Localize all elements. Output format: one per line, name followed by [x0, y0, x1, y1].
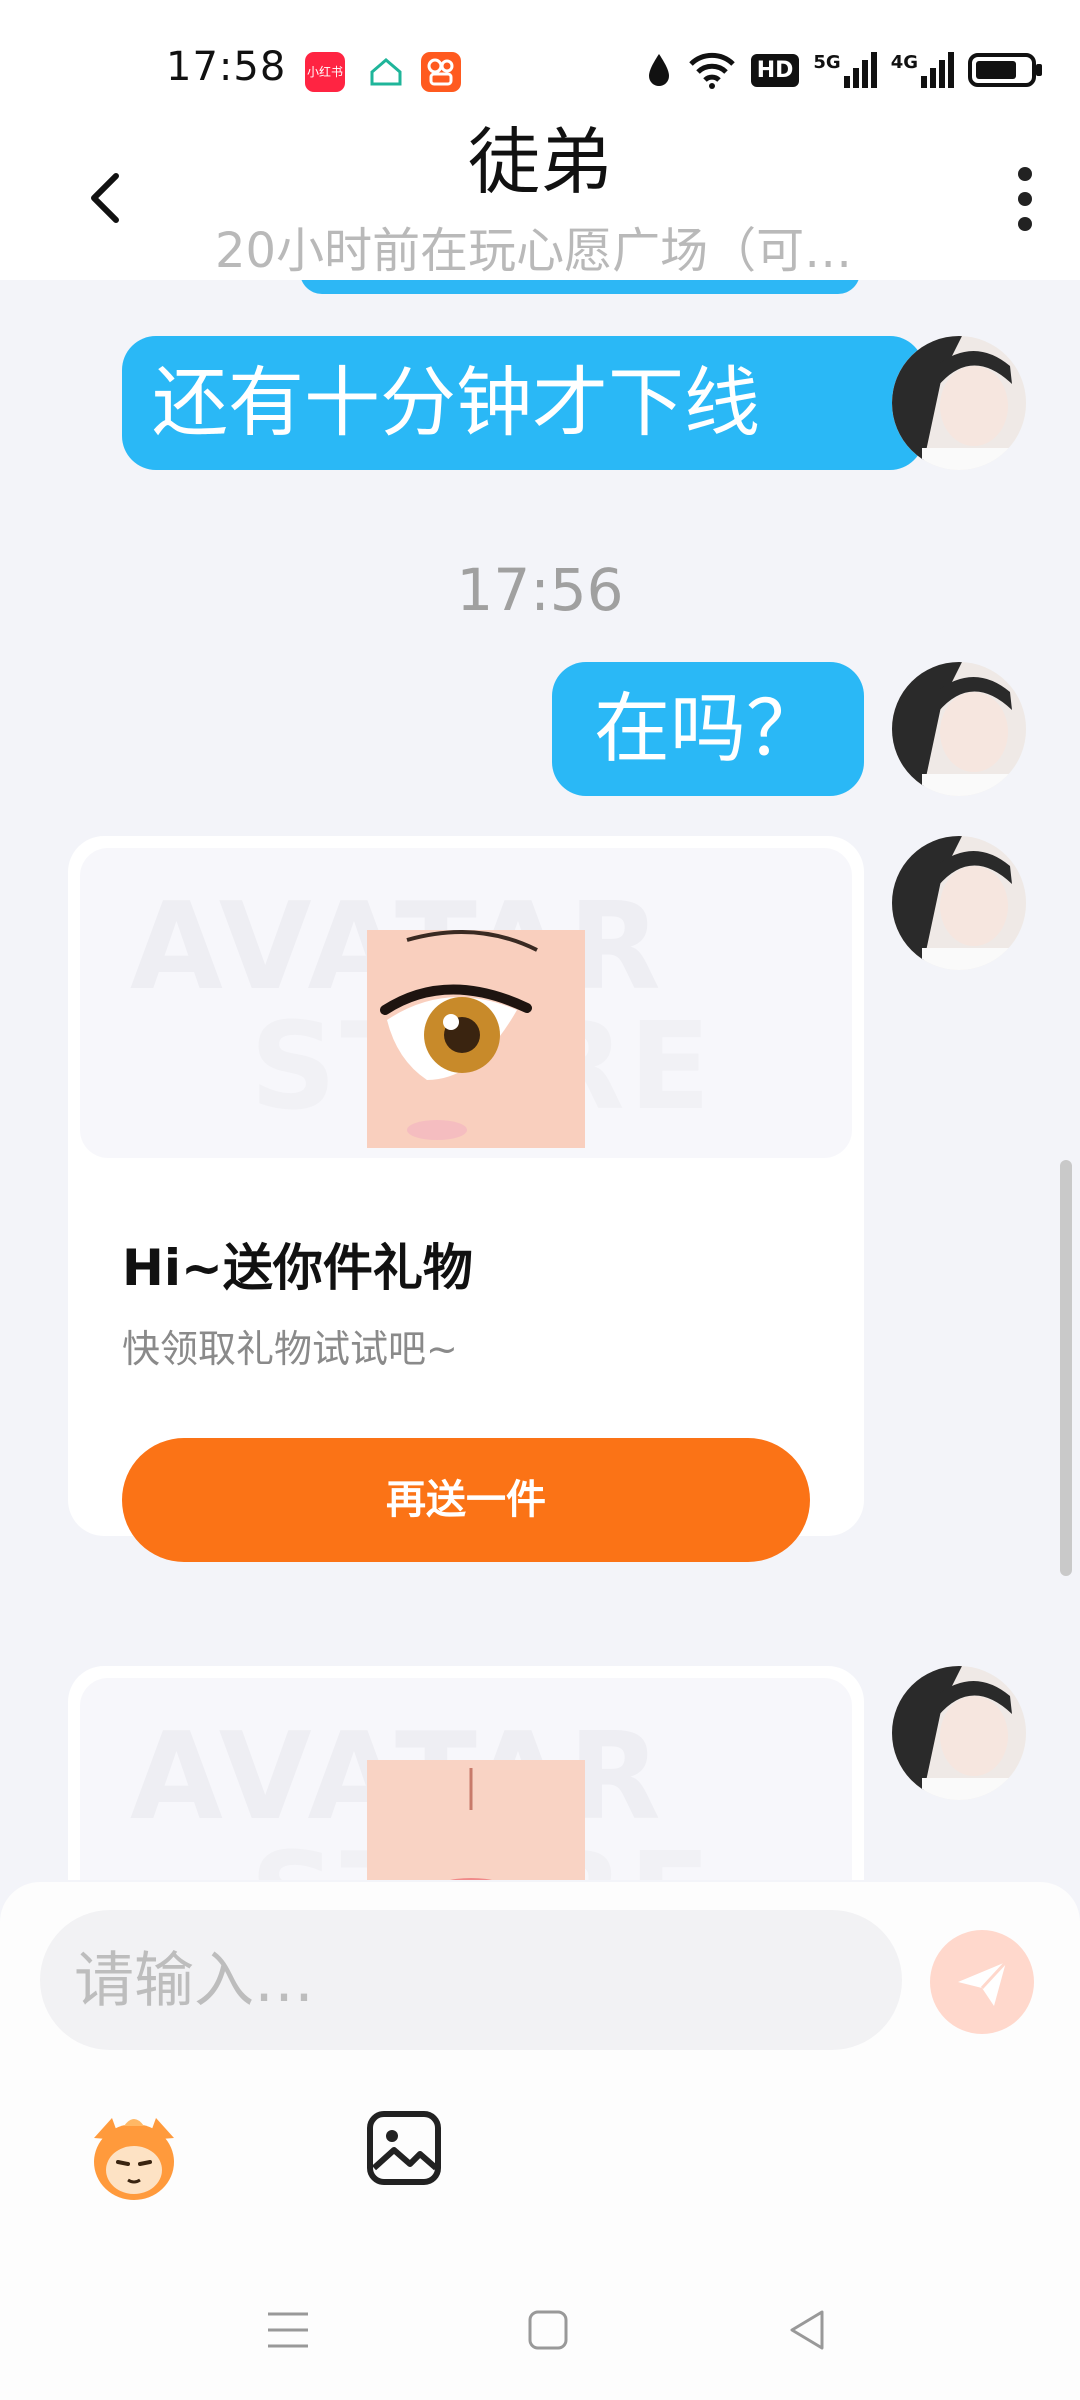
menu-icon [268, 2312, 308, 2348]
avatar[interactable] [892, 836, 1026, 970]
more-options-button[interactable] [1010, 164, 1040, 234]
gift-image-area: AVATAR STORE [80, 848, 852, 1158]
nav-menu-button[interactable] [258, 2300, 318, 2360]
more-vertical-icon [1018, 167, 1032, 231]
status-icons: HD 5G 4G [645, 46, 1044, 94]
hd-icon: HD [750, 53, 800, 87]
message-input[interactable] [72, 1910, 836, 2052]
nav-back-button[interactable] [778, 2300, 838, 2360]
signal-5g-icon: 5G [813, 52, 877, 88]
message-input-container[interactable] [40, 1910, 902, 2052]
avatar[interactable] [892, 336, 1026, 470]
chat-scrollbar[interactable] [1060, 1160, 1072, 1576]
message-bubble[interactable]: 还有十分钟才下线 [122, 336, 924, 470]
triangle-back-icon [790, 2310, 824, 2350]
mascot-icon [94, 2118, 174, 2200]
user-status-subtitle: 20小时前在玩心愿广场（可… [215, 223, 853, 279]
gift-card-description: 快领取礼物试试吧~ [122, 1327, 458, 1371]
kuaishou-app-icon [421, 52, 461, 92]
gift-image-area: AVATAR STORE [80, 1678, 852, 1880]
message-timestamp: 17:56 [456, 556, 624, 624]
signal-4g-icon: 4G [891, 52, 954, 88]
send-icon [958, 1960, 1008, 2006]
mascot-emoji-button[interactable] [84, 2108, 184, 2204]
wifi-icon [688, 52, 735, 89]
nav-home-button[interactable] [518, 2300, 578, 2360]
home-app-icon [366, 52, 406, 92]
avatar[interactable] [892, 1666, 1026, 1800]
chat-messages[interactable]: 还有十分钟才下线 17:56 在吗？ AVATAR STORE Hi~送你件礼物… [0, 280, 1080, 1880]
battery-icon [968, 53, 1042, 87]
gift-card[interactable]: AVATAR STORE Hi~送你件礼物 快领取礼物试试吧~ 再送一件 [68, 836, 864, 1562]
gift-mouth-image [367, 1760, 585, 1880]
page-title: 徒弟 [467, 120, 612, 204]
gift-card[interactable]: AVATAR STORE [68, 1666, 864, 1880]
send-button[interactable] [930, 1930, 1034, 2034]
resend-gift-button[interactable]: 再送一件 [122, 1438, 810, 1562]
gift-card-title: Hi~送你件礼物 [122, 1239, 473, 1297]
system-nav-bar [0, 2250, 1080, 2400]
status-time: 17:58 [166, 44, 287, 90]
image-icon [367, 2111, 441, 2185]
message-bubble[interactable]: 在吗？ [552, 662, 864, 796]
avatar[interactable] [892, 662, 1026, 796]
image-picker-button[interactable] [366, 2110, 442, 2186]
square-icon [528, 2310, 568, 2350]
xiaohongshu-app-icon: 小红书 [305, 52, 345, 92]
gift-eye-image [367, 930, 585, 1148]
water-drop-icon [648, 54, 669, 86]
message-bubble-partial [300, 280, 860, 294]
